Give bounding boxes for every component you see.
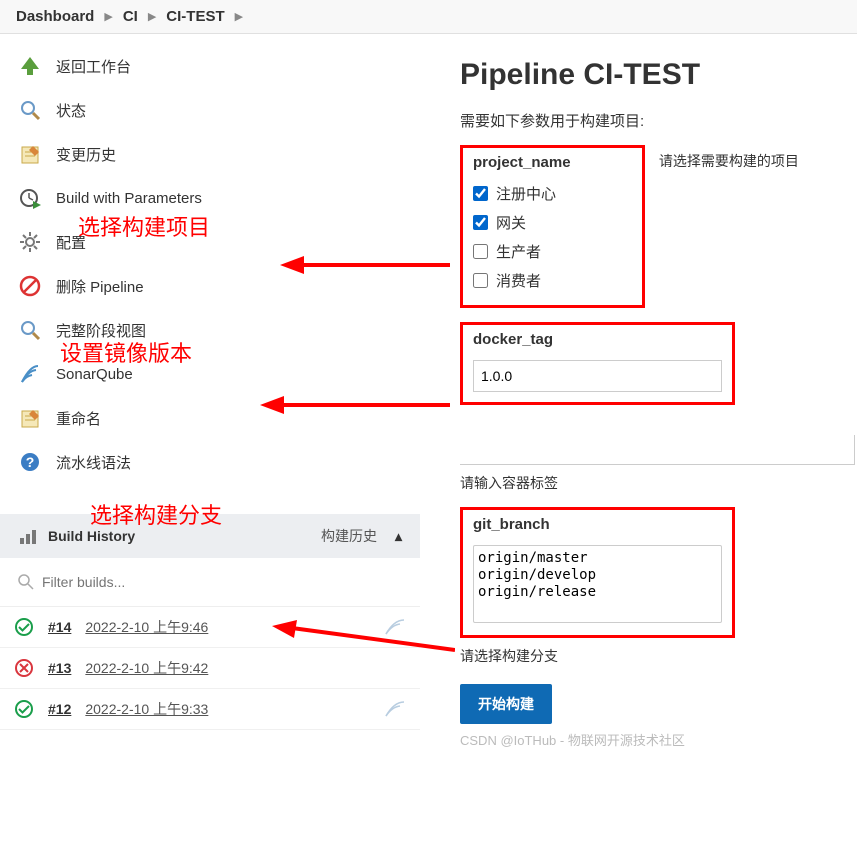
docker-tag-input[interactable]	[473, 360, 722, 392]
docker-tag-extra-input[interactable]	[460, 435, 855, 465]
build-number-link[interactable]: #13	[48, 660, 71, 676]
docker-tag-help: 请输入容器标签	[460, 473, 857, 493]
nav-label: 配置	[56, 232, 86, 253]
page-title: Pipeline CI-TEST	[460, 58, 857, 92]
nav-full-stage-view[interactable]: 完整阶段视图 设置镜像版本	[0, 308, 420, 352]
git-branch-select[interactable]: origin/master origin/develop origin/rele…	[473, 545, 722, 623]
checkbox-label: 注册中心	[496, 183, 556, 204]
nav-label: 删除 Pipeline	[56, 276, 144, 297]
nav-label: 变更历史	[56, 144, 116, 165]
chevron-up-icon: ▴	[395, 528, 402, 545]
build-history-header[interactable]: Build History 构建历史 ▴ 选择构建分支	[0, 514, 420, 558]
breadcrumb-dashboard[interactable]: Dashboard	[16, 8, 94, 25]
checkbox-label: 网关	[496, 212, 526, 233]
build-date[interactable]: 2022-2-10 上午9:42	[85, 658, 208, 678]
build-history-trend-label: 构建历史	[321, 526, 377, 546]
nav-label: 返回工作台	[56, 56, 131, 77]
build-row[interactable]: #12 2022-2-10 上午9:33	[0, 689, 420, 730]
checkbox-row[interactable]: 网关	[473, 208, 632, 237]
main-content: Pipeline CI-TEST 需要如下参数用于构建项目: project_n…	[420, 34, 857, 749]
checkbox-label: 消费者	[496, 270, 541, 291]
notepad-icon	[18, 142, 42, 166]
nav-label: SonarQube	[56, 366, 133, 383]
gear-icon	[18, 230, 42, 254]
success-icon	[14, 617, 34, 637]
up-arrow-icon	[18, 54, 42, 78]
param-project-name: project_name 注册中心 网关 生产者 消费者 请选择需要构建的项目	[460, 145, 857, 308]
build-date[interactable]: 2022-2-10 上午9:46	[85, 617, 208, 637]
param-side-note: 请选择需要构建的项目	[659, 145, 799, 171]
checkbox-registry-center[interactable]	[473, 186, 488, 201]
breadcrumb-ci[interactable]: CI	[123, 8, 138, 25]
breadcrumb: Dashboard ▶ CI ▶ CI-TEST ▶	[0, 0, 857, 34]
search-icon	[18, 574, 34, 590]
nav-status[interactable]: 状态	[0, 88, 420, 132]
param-label: project_name	[473, 154, 632, 171]
nav-label: 完整阶段视图	[56, 320, 146, 341]
params-description: 需要如下参数用于构建项目:	[460, 110, 857, 131]
build-number-link[interactable]: #14	[48, 619, 71, 635]
notepad-icon	[18, 406, 42, 430]
delete-icon	[18, 274, 42, 298]
param-label: docker_tag	[473, 331, 722, 348]
help-icon: ?	[18, 450, 42, 474]
chevron-right-icon: ▶	[148, 10, 156, 23]
sonar-wave-icon	[384, 618, 406, 636]
filter-builds-input[interactable]	[12, 566, 408, 598]
checkbox-producer[interactable]	[473, 244, 488, 259]
git-branch-help: 请选择构建分支	[460, 646, 857, 666]
checkbox-gateway[interactable]	[473, 215, 488, 230]
annotation-select-branch: 选择构建分支	[90, 498, 222, 530]
checkbox-consumer[interactable]	[473, 273, 488, 288]
nav-rename[interactable]: 重命名	[0, 396, 420, 440]
param-git-branch: git_branch origin/master origin/develop …	[460, 507, 857, 666]
param-label: git_branch	[473, 516, 722, 533]
magnifier-icon	[18, 98, 42, 122]
sonar-wave-icon	[384, 700, 406, 718]
build-date[interactable]: 2022-2-10 上午9:33	[85, 699, 208, 719]
watermark-text: CSDN @IoTHub - 物联网开源技术社区	[460, 730, 857, 749]
breadcrumb-citest[interactable]: CI-TEST	[166, 8, 224, 25]
chevron-right-icon: ▶	[104, 10, 112, 23]
sonarqube-icon	[18, 362, 42, 386]
build-row[interactable]: #13 2022-2-10 上午9:42	[0, 648, 420, 689]
magnifier-icon	[18, 318, 42, 342]
param-docker-tag: docker_tag 请输入容器标签	[460, 322, 857, 493]
nav-sonarqube[interactable]: SonarQube	[0, 352, 420, 396]
nav-label: 重命名	[56, 408, 101, 429]
build-submit-button[interactable]: 开始构建	[460, 684, 552, 724]
nav-label: Build with Parameters	[56, 190, 202, 207]
nav-changes[interactable]: 变更历史	[0, 132, 420, 176]
chevron-right-icon: ▶	[235, 10, 243, 23]
clock-play-icon	[18, 186, 42, 210]
svg-text:?: ?	[26, 454, 35, 470]
nav-delete-pipeline[interactable]: 删除 Pipeline	[0, 264, 420, 308]
checkbox-row[interactable]: 生产者	[473, 237, 632, 266]
sidebar: 返回工作台 状态 变更历史 Build with Parameters 选择构建…	[0, 34, 420, 749]
checkbox-label: 生产者	[496, 241, 541, 262]
success-icon	[14, 699, 34, 719]
build-history-title: Build History	[48, 528, 135, 544]
filter-builds-box	[0, 558, 420, 607]
build-row[interactable]: #14 2022-2-10 上午9:46	[0, 607, 420, 648]
build-number-link[interactable]: #12	[48, 701, 71, 717]
checkbox-row[interactable]: 消费者	[473, 266, 632, 295]
fail-icon	[14, 658, 34, 678]
nav-build-with-parameters[interactable]: Build with Parameters 选择构建项目	[0, 176, 420, 220]
trend-icon	[18, 526, 38, 546]
nav-label: 状态	[56, 100, 86, 121]
nav-label: 流水线语法	[56, 452, 131, 473]
nav-configure[interactable]: 配置	[0, 220, 420, 264]
nav-pipeline-syntax[interactable]: ? 流水线语法	[0, 440, 420, 484]
nav-back-to-dashboard[interactable]: 返回工作台	[0, 44, 420, 88]
checkbox-row[interactable]: 注册中心	[473, 179, 632, 208]
